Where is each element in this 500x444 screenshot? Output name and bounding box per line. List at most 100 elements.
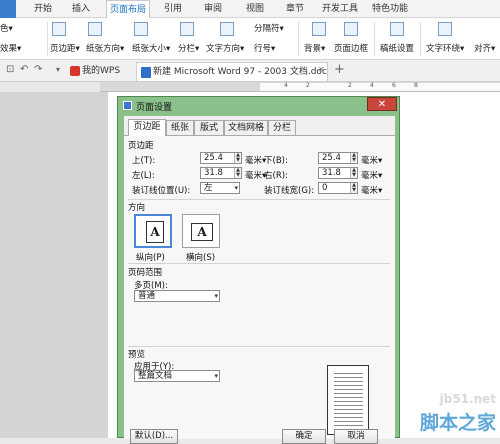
tab-my-wps[interactable]: 我的WPS xyxy=(66,62,134,81)
text-wrap-button[interactable]: 文字环绕▾ xyxy=(426,42,464,54)
left-margin-input[interactable]: 31.8 ▲ ▼ xyxy=(200,167,242,179)
multiple-pages-select[interactable]: 普通 ▾ xyxy=(134,290,220,302)
spinner-arrows-icon[interactable]: ▲ ▼ xyxy=(234,168,241,178)
background-button[interactable]: 背景▾ xyxy=(304,42,325,54)
portrait-label[interactable]: 纵向(P) xyxy=(136,251,165,263)
ruler-tick: 2 xyxy=(348,82,352,89)
gutter-position-select[interactable]: 左 ▾ xyxy=(200,182,240,194)
right-margin-input[interactable]: 31.8 ▲ ▼ xyxy=(318,167,358,179)
cancel-button[interactable]: 取消 xyxy=(334,429,378,444)
preview-line xyxy=(334,409,363,410)
tab-insert[interactable]: 插入 xyxy=(66,0,96,18)
ribbon-divider xyxy=(47,22,48,56)
theme-color-button[interactable]: 色▾ xyxy=(0,22,13,34)
breaks-button[interactable]: 分隔符▾ xyxy=(254,22,284,34)
tab-features[interactable]: 特色功能 xyxy=(368,0,412,18)
undo-icon[interactable]: ↶ xyxy=(20,64,28,75)
preview-line xyxy=(334,397,363,398)
tab-columns[interactable]: 分栏 xyxy=(268,120,296,135)
ruler-tick: 8 xyxy=(414,82,418,89)
page-setup-dialog: 页面设置 ✕ 页边距 纸张 版式 文档网格 分栏 页边距 上(T): 25.4 … xyxy=(117,96,400,444)
margins-button[interactable]: 页边距▾ xyxy=(50,42,80,54)
page-border-button[interactable]: 页面边框 xyxy=(334,42,368,54)
tab-page-layout[interactable]: 页面布局 xyxy=(106,0,150,19)
margins-tab-panel: 页边距 上(T): 25.4 ▲ ▼ 毫米▾ 下(B): 25.4 ▲ ▼ 毫米▾ … xyxy=(124,135,395,444)
text-wrap-label: 文字环绕▾ xyxy=(426,44,465,54)
page-border-label: 页面边框 xyxy=(334,44,369,54)
preview-line xyxy=(334,401,363,402)
line-numbers-button[interactable]: 行号▾ xyxy=(254,42,275,54)
page-border-icon xyxy=(344,22,360,36)
preview-line xyxy=(334,421,363,422)
preview-line xyxy=(334,381,363,382)
tab-chapter[interactable]: 章节 xyxy=(280,0,310,18)
app-menu-button[interactable] xyxy=(0,0,16,18)
tab-document-grid[interactable]: 文档网格 xyxy=(224,120,268,135)
section-divider xyxy=(128,263,390,264)
columns-icon xyxy=(180,22,196,36)
dialog-close-button[interactable]: ✕ xyxy=(367,97,397,111)
tab-review[interactable]: 审阅 xyxy=(198,0,228,18)
preview-line xyxy=(334,425,363,426)
tab-developer[interactable]: 开发工具 xyxy=(318,0,362,18)
right-margin-unit[interactable]: 毫米▾ xyxy=(361,169,382,181)
tab-references[interactable]: 引用 xyxy=(158,0,188,18)
landscape-option[interactable]: A xyxy=(182,214,220,248)
spinner-arrows-icon[interactable]: ▲ ▼ xyxy=(350,183,357,193)
background-icon xyxy=(312,22,328,36)
right-margin-value: 31.8 xyxy=(322,168,341,178)
left-margin-label: 左(L): xyxy=(132,171,155,181)
landscape-label[interactable]: 横向(S) xyxy=(186,251,215,263)
watermark-url: jb51.net xyxy=(439,392,496,406)
horizontal-ruler[interactable]: 4 2 2 4 6 8 xyxy=(100,82,500,92)
orientation-section-title: 方向 xyxy=(128,203,146,213)
portrait-page-icon: A xyxy=(146,221,164,243)
preview-line xyxy=(334,373,363,374)
portrait-option[interactable]: A xyxy=(134,214,172,248)
right-margin-label: 右(R): xyxy=(264,171,288,181)
preview-line xyxy=(334,417,363,418)
word-doc-icon xyxy=(141,67,151,78)
watermark-name: 脚本之家 xyxy=(419,412,496,434)
columns-button[interactable]: 分栏▾ xyxy=(178,42,199,54)
top-margin-input[interactable]: 25.4 ▲ ▼ xyxy=(200,152,242,164)
gutter-position-label: 装订线位置(U): xyxy=(132,186,191,196)
multiple-pages-value: 普通 xyxy=(138,291,156,301)
default-button[interactable]: 默认(D)... xyxy=(130,429,178,444)
tab-document-label: 新建 Microsoft Word 97 - 2003 文档.doc xyxy=(153,67,327,77)
bottom-margin-input[interactable]: 25.4 ▲ ▼ xyxy=(318,152,358,164)
new-doc-icon[interactable]: ⊡ xyxy=(6,64,14,75)
paper-size-button[interactable]: 纸张大小▾ xyxy=(132,42,170,54)
orientation-button[interactable]: 纸张方向▾ xyxy=(86,42,124,54)
add-tab-icon[interactable]: + xyxy=(334,62,345,77)
bottom-margin-label: 下(B): xyxy=(264,156,288,166)
apply-to-value: 整篇文档 xyxy=(138,371,173,381)
effects-button[interactable]: 效果▾ xyxy=(0,42,21,54)
spinner-arrows-icon[interactable]: ▲ ▼ xyxy=(234,153,241,163)
ok-button[interactable]: 确定 xyxy=(282,429,326,444)
align-button[interactable]: 对齐▾ xyxy=(474,42,495,54)
margins-label: 页边距▾ xyxy=(50,44,80,54)
redo-icon[interactable]: ↷ xyxy=(34,64,42,75)
tab-view[interactable]: 视图 xyxy=(240,0,270,18)
bottom-margin-unit[interactable]: 毫米▾ xyxy=(361,154,382,166)
apply-to-select[interactable]: 整篇文档 ▾ xyxy=(134,370,220,382)
tab-paper[interactable]: 纸张 xyxy=(166,120,194,135)
tab-document[interactable]: 新建 Microsoft Word 97 - 2003 文档.doc xyxy=(136,62,328,81)
spinner-arrows-icon[interactable]: ▲ ▼ xyxy=(350,153,357,163)
dropdown-icon[interactable]: ▾ xyxy=(56,65,60,74)
section-divider xyxy=(128,346,390,347)
text-direction-button[interactable]: 文字方向▾ xyxy=(206,42,244,54)
dialog-title-bar[interactable]: 页面设置 ✕ xyxy=(118,97,399,114)
tab-layout[interactable]: 版式 xyxy=(194,120,224,135)
gutter-width-value: 0 xyxy=(322,183,328,193)
tab-start[interactable]: 开始 xyxy=(28,0,58,18)
gutter-width-unit[interactable]: 毫米▾ xyxy=(361,184,382,196)
close-tab-icon[interactable]: ✕ xyxy=(318,65,325,74)
gutter-width-input[interactable]: 0 ▲ ▼ xyxy=(318,182,358,194)
tab-margins[interactable]: 页边距 xyxy=(128,119,166,136)
manuscript-settings-button[interactable]: 稿纸设置 xyxy=(380,42,414,54)
document-tab-bar: ⊡ ↶ ↷ ▾ 我的WPS 新建 Microsoft Word 97 - 200… xyxy=(0,60,500,82)
page-setup-icon xyxy=(123,101,132,110)
spinner-arrows-icon[interactable]: ▲ ▼ xyxy=(350,168,357,178)
